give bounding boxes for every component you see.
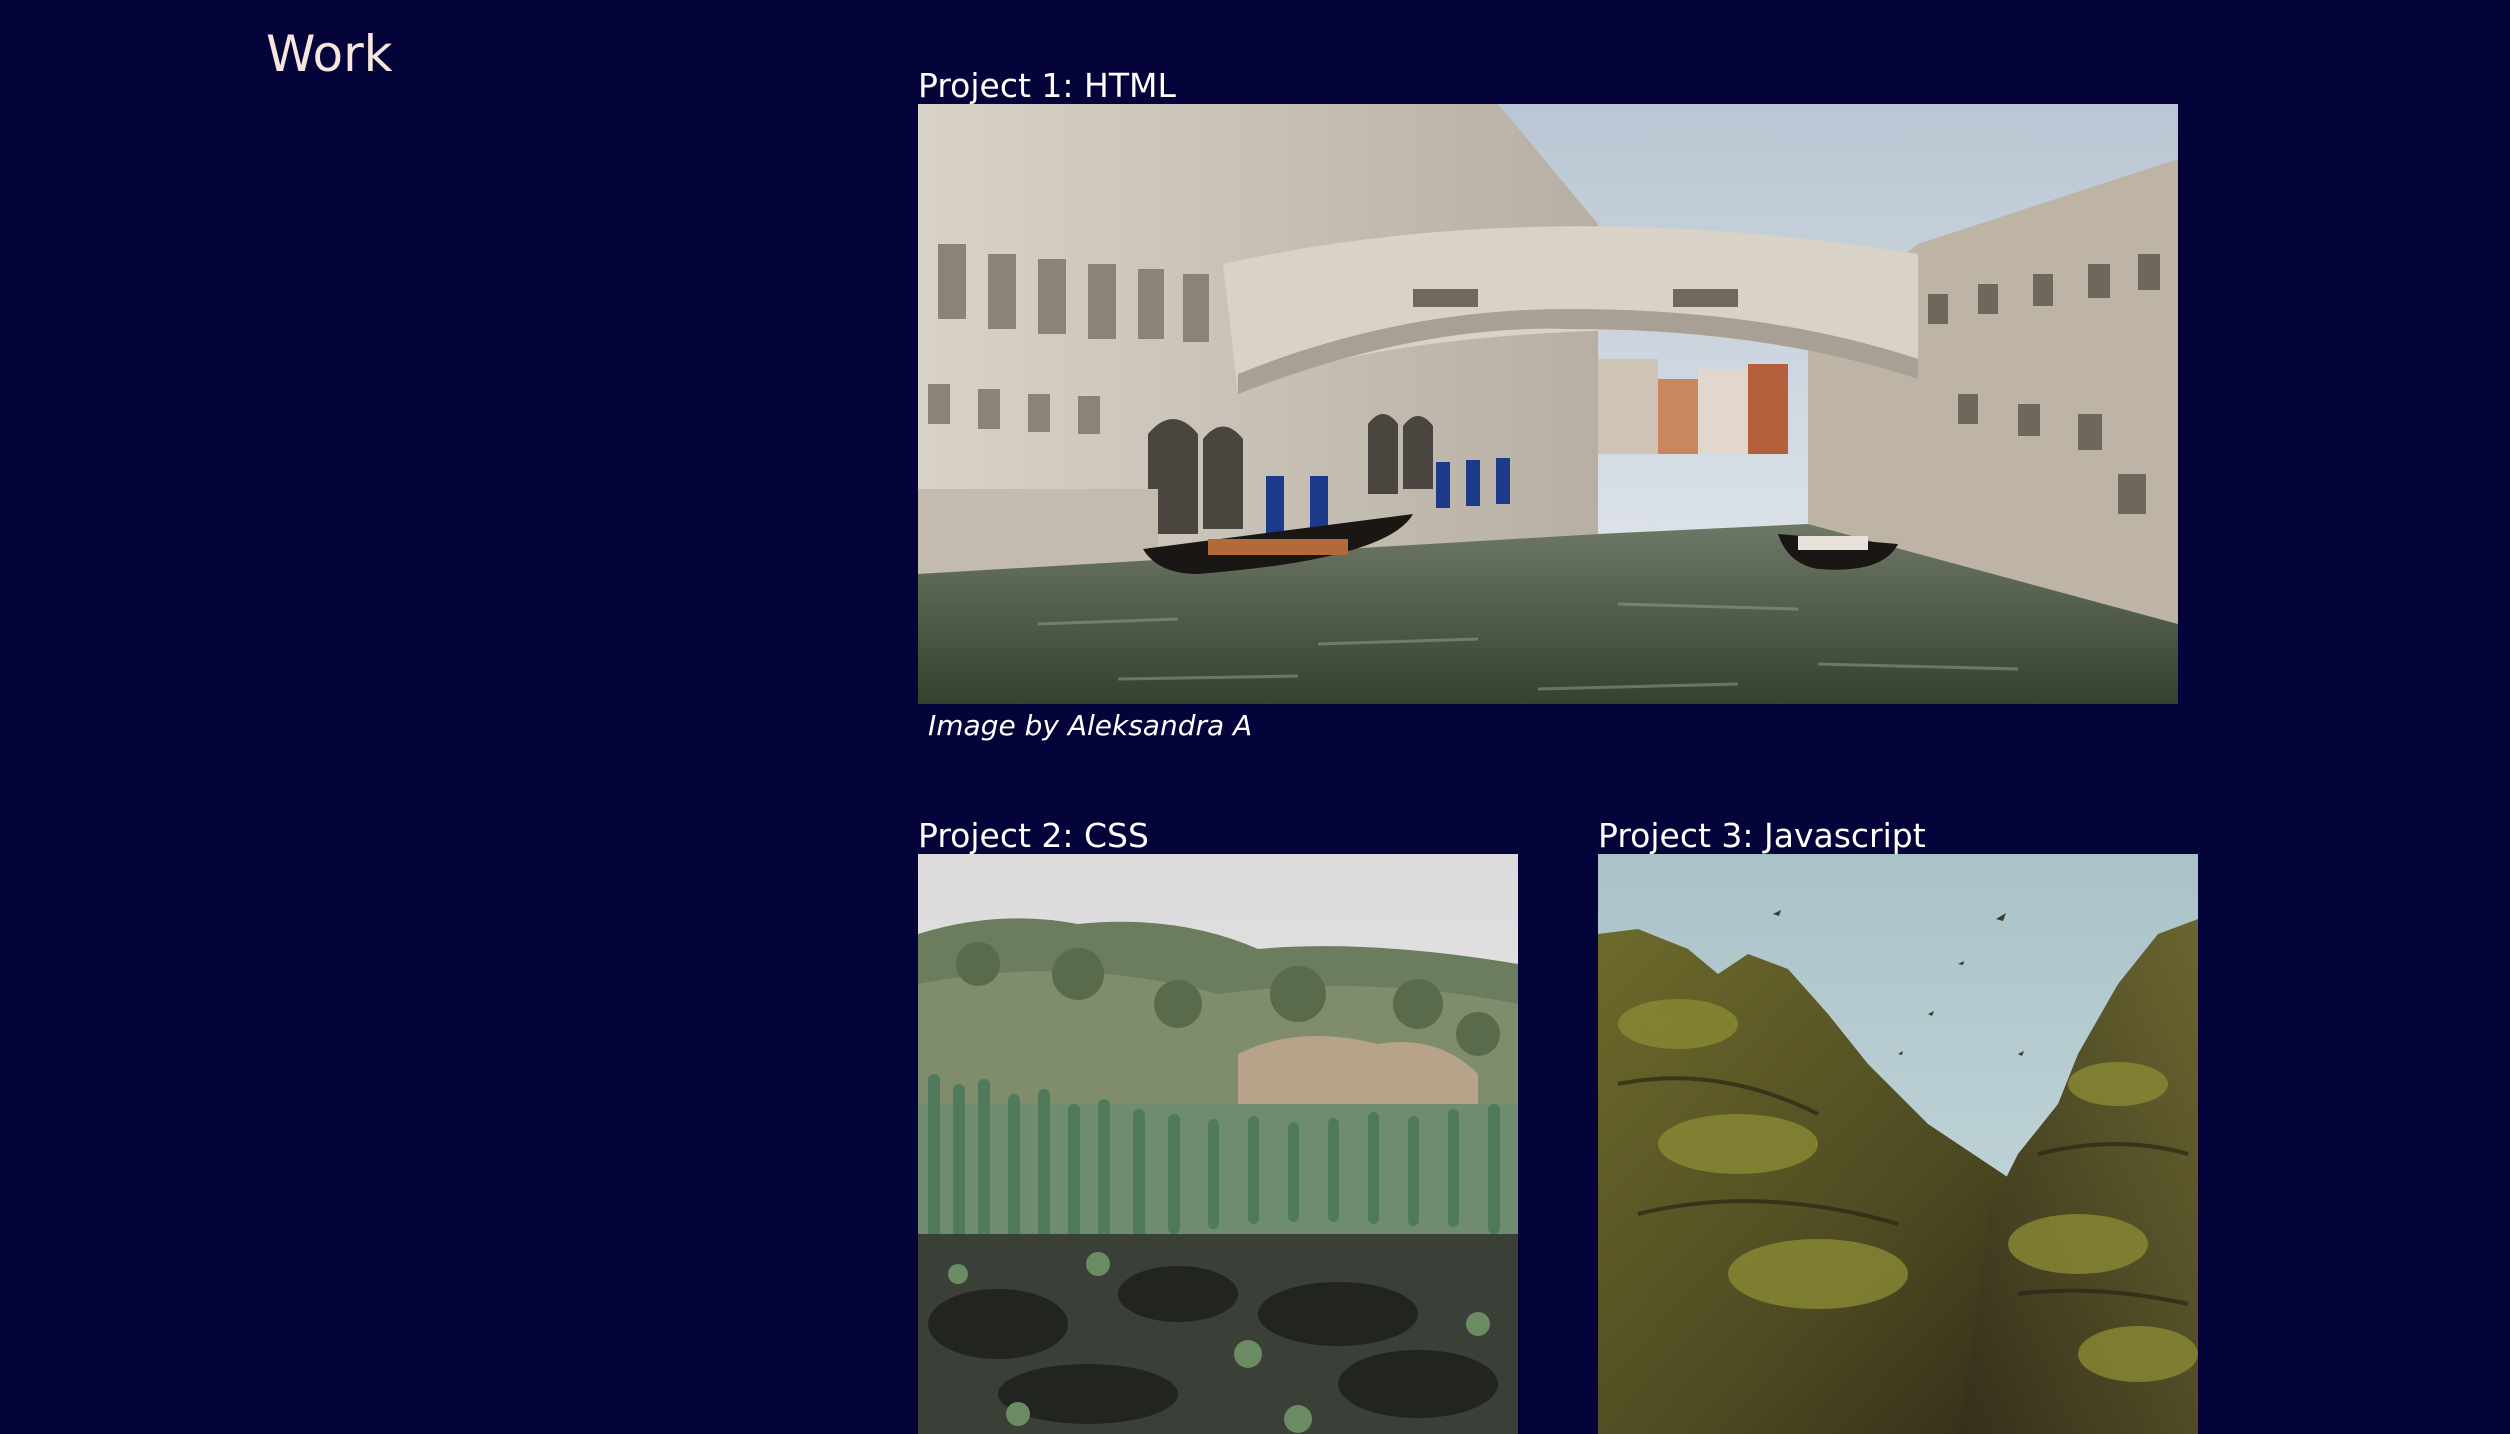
project-2-title: Project 2: CSS <box>918 816 1149 855</box>
mossy-canyon-photo <box>1598 854 2198 1434</box>
project-1-image[interactable] <box>918 104 2178 704</box>
cactus-hillside-photo <box>918 854 1518 1434</box>
project-1-title: Project 1: HTML <box>918 66 1176 105</box>
portfolio-page: Work Project 1: HTML Image by Aleksandra… <box>0 0 2510 1434</box>
project-2-image[interactable] <box>918 854 1518 1434</box>
project-3-title: Project 3: Javascript <box>1598 816 1926 855</box>
project-1-image-caption: Image by Aleksandra A <box>928 709 1253 742</box>
venice-bridge-photo <box>918 104 2178 704</box>
work-section-title: Work <box>266 25 393 83</box>
project-3-image[interactable] <box>1598 854 2198 1434</box>
